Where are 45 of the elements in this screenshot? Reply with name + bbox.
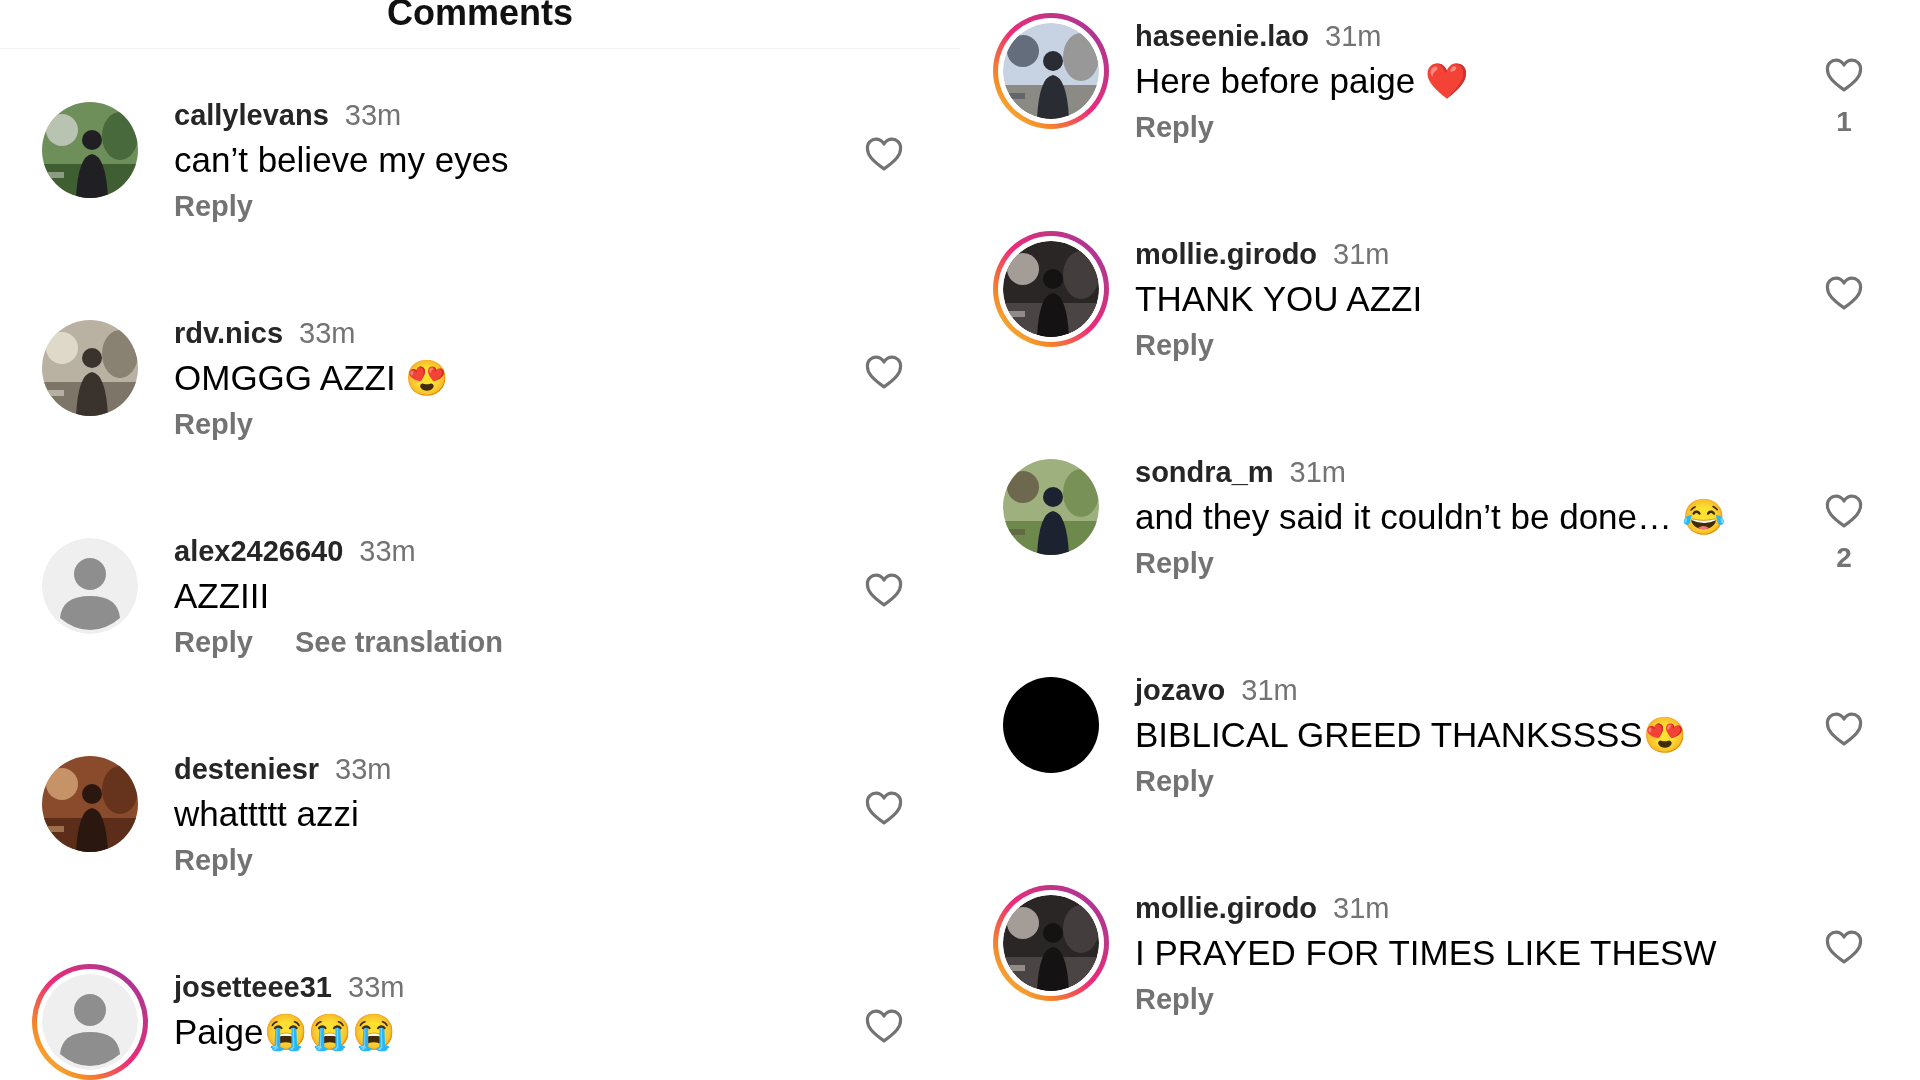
timestamp: 33m xyxy=(359,534,416,569)
comment-text: whattttt azzi xyxy=(174,793,360,835)
username[interactable]: alex2426640 xyxy=(174,531,344,571)
username[interactable]: desteniesr xyxy=(174,749,320,789)
timestamp: 33m xyxy=(344,98,402,133)
timestamp: 33m xyxy=(348,970,405,1005)
username[interactable]: sondra_m xyxy=(1135,452,1274,492)
timestamp: 31m xyxy=(1333,237,1390,272)
timestamp: 31m xyxy=(1325,19,1382,54)
username[interactable]: josetteee31 xyxy=(174,967,332,1007)
comment-text: AZZIII xyxy=(174,575,271,617)
translation-link[interactable]: See translation xyxy=(295,621,503,663)
reply-link[interactable]: Reply xyxy=(1135,106,1214,148)
default-avatar-icon xyxy=(42,538,138,634)
username[interactable]: mollie.girodo xyxy=(1135,234,1318,274)
reply-link[interactable]: Reply xyxy=(1135,978,1214,1020)
like-count: 1 xyxy=(1836,105,1852,139)
comment-text: THANK YOU AZZI xyxy=(1135,278,1424,320)
username[interactable]: haseenie.lao xyxy=(1135,16,1310,56)
default-avatar-icon xyxy=(42,974,138,1070)
comment-text: Paige😭😭😭 xyxy=(174,1011,397,1054)
reply-link[interactable]: Reply xyxy=(174,185,253,227)
timestamp: 33m xyxy=(335,752,392,787)
reply-link[interactable]: Reply xyxy=(174,403,253,445)
timestamp: 31m xyxy=(1241,673,1298,708)
comment-text: BIBLICAL GREED THANKSSSS😍 xyxy=(1135,714,1688,756)
reply-link[interactable]: Reply xyxy=(1135,760,1214,802)
timestamp: 31m xyxy=(1289,455,1347,490)
comment-text: OMGGG AZZI 😍 xyxy=(174,357,451,399)
username[interactable]: callylevans xyxy=(174,95,329,135)
comments-title: Comments xyxy=(387,0,573,30)
comment-text: can’t believe my eyes xyxy=(174,139,510,181)
reply-link[interactable]: Reply xyxy=(174,839,253,881)
reply-link[interactable]: Reply xyxy=(174,621,253,663)
like-count: 2 xyxy=(1836,541,1852,575)
comment-text: I PRAYED FOR TIMES LIKE THESW xyxy=(1135,932,1718,974)
username[interactable]: mollie.girodo xyxy=(1135,888,1318,928)
timestamp: 31m xyxy=(1333,891,1390,926)
comment-text: Here before paige ❤ xyxy=(1135,60,1470,102)
timestamp: 33m xyxy=(299,316,356,351)
reply-link[interactable]: Reply xyxy=(1135,542,1214,584)
comment-text: and they said it couldn’t be done… 😂 xyxy=(1135,496,1727,538)
reply-link[interactable]: Reply xyxy=(1135,324,1214,366)
username[interactable]: rdv.nics xyxy=(174,313,284,353)
username[interactable]: jozavo xyxy=(1135,670,1226,710)
